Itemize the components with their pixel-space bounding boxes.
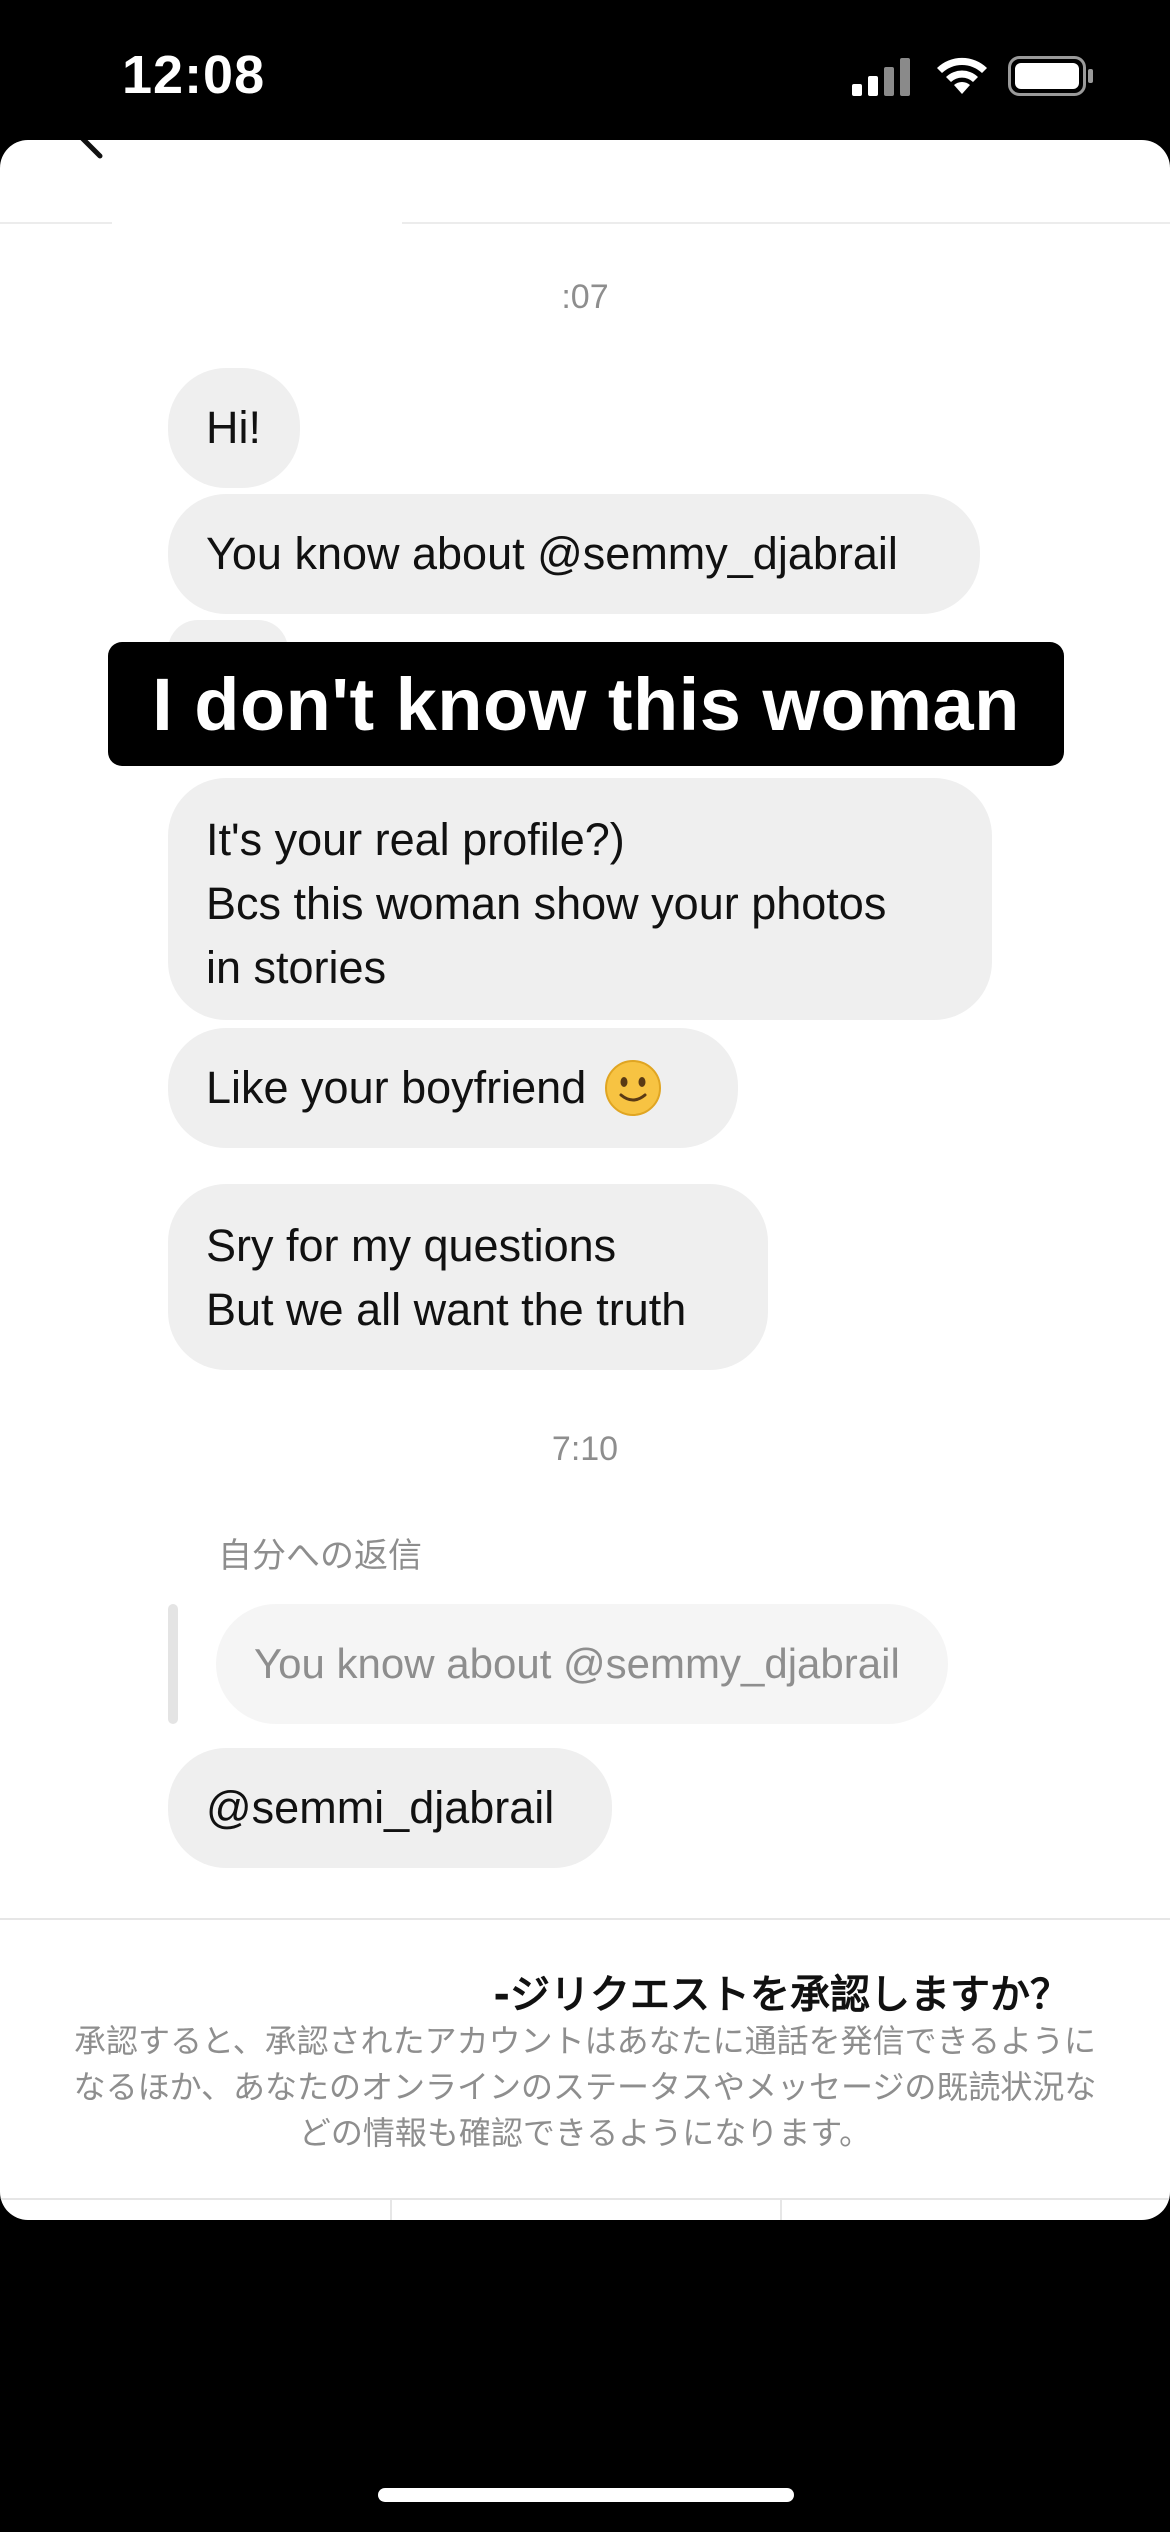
- timestamp: 7:10: [551, 1430, 619, 1468]
- message-bubble-boyfriend[interactable]: Like your boyfriend: [168, 1028, 738, 1148]
- message-bubble-sorry[interactable]: Sry for my questions But we all want the…: [168, 1184, 768, 1370]
- request-description: 承認すると、承認されたアカウントはあなたに通話を発信できるようになるほか、あなた…: [73, 2022, 1097, 2152]
- message-line: Sry for my questions: [206, 1220, 617, 1271]
- request-title: -ジリクエストを承認しますか？: [493, 1972, 1070, 2018]
- message-line: It's your real profile?): [206, 814, 625, 865]
- message-text: You know about @semmy_djabrail: [206, 528, 898, 579]
- button-separator: [390, 2200, 392, 2220]
- message-line: But we all want the truth: [206, 1284, 687, 1335]
- header-cover: [112, 206, 402, 246]
- chevron-left-icon[interactable]: [60, 140, 110, 200]
- battery-icon: [1008, 56, 1093, 96]
- message-text: Like your boyfriend: [206, 1062, 587, 1113]
- message-bubble-semmi[interactable]: @semmi_djabrail: [168, 1748, 612, 1868]
- slightly-smiling-face-icon: [605, 1060, 662, 1116]
- message-text: @semmi_djabrail: [206, 1782, 555, 1833]
- status-time: 12:08: [122, 45, 266, 105]
- request-button-row: [0, 2198, 1170, 2220]
- wifi-icon: [937, 57, 987, 94]
- message-bubble-real-profile[interactable]: It's your real profile?) Bcs this woman …: [168, 778, 992, 1020]
- reply-quote-bubble[interactable]: You know about @semmy_djabrail: [216, 1604, 948, 1724]
- story-text-overlay: I don't know this woman: [108, 642, 1064, 766]
- message-line: Bcs this woman show your photos: [206, 878, 887, 929]
- home-indicator[interactable]: [378, 2488, 794, 2502]
- request-divider: [0, 1918, 1170, 1920]
- status-bar: 12:08: [0, 0, 1170, 140]
- button-separator: [780, 2200, 782, 2220]
- message-bubble-hi[interactable]: Hi!: [168, 368, 300, 488]
- reply-label: 自分への返信: [218, 1536, 422, 1576]
- message-bubble-know-about[interactable]: You know about @semmy_djabrail: [168, 494, 980, 614]
- timestamp: :07: [561, 278, 609, 316]
- message-line: in stories: [206, 942, 387, 993]
- message-text: Hi!: [206, 402, 261, 453]
- signal-icon: [852, 58, 910, 96]
- chat-sheet: :07 Hi! You know about @semmy_djabrail I…: [0, 140, 1170, 2220]
- reply-quote-text: You know about @semmy_djabrail: [254, 1640, 900, 1687]
- reply-quote-bar: [168, 1604, 178, 1724]
